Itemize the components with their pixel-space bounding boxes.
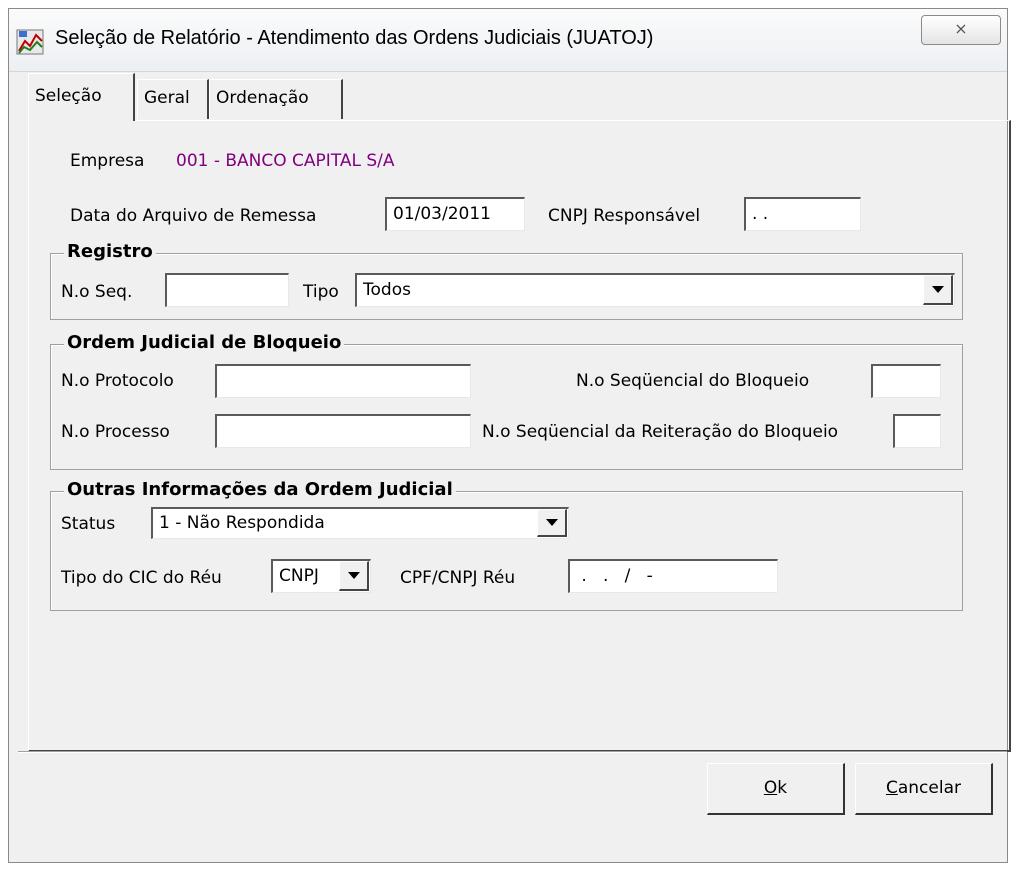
title-bar[interactable]: Seleção de Relatório - Atendimento das O…: [9, 9, 1007, 72]
nseq-label: N.o Seq.: [61, 282, 133, 302]
data-arquivo-input[interactable]: 01/03/2011: [385, 197, 525, 231]
tab-label: Geral: [144, 88, 190, 108]
window-title: Seleção de Relatório - Atendimento das O…: [55, 27, 654, 49]
registro-title: Registro: [64, 241, 156, 262]
outras-title: Outras Informações da Ordem Judicial: [64, 479, 456, 500]
nseq-input[interactable]: [165, 273, 289, 307]
tipo-cic-value: CNPJ: [279, 566, 319, 586]
cancel-mnemonic: C: [885, 778, 898, 798]
cancel-button[interactable]: Cancelar: [855, 763, 993, 815]
processo-label: N.o Processo: [61, 422, 170, 442]
chevron-down-icon: [545, 519, 558, 526]
ok-button[interactable]: Ok: [707, 763, 845, 815]
dialog-window: Seleção de Relatório - Atendimento das O…: [8, 8, 1011, 863]
seq-bloqueio-input[interactable]: [871, 364, 941, 398]
processo-input[interactable]: [215, 414, 471, 448]
tipo-cic-dropdown-button[interactable]: [339, 561, 369, 591]
status-select[interactable]: 1 - Não Respondida: [151, 507, 569, 539]
chevron-down-icon: [931, 286, 944, 293]
close-icon: ⨯: [954, 19, 968, 38]
status-value: 1 - Não Respondida: [159, 513, 325, 533]
seq-bloqueio-label: N.o Seqüencial do Bloqueio: [576, 371, 810, 391]
cpf-cnpj-input[interactable]: . . / -: [568, 559, 778, 593]
tab-selecao[interactable]: Seleção: [28, 73, 135, 121]
app-icon: [16, 29, 44, 55]
ordem-title: Ordem Judicial de Bloqueio: [64, 332, 345, 353]
tipo-label: Tipo: [303, 282, 339, 302]
close-button[interactable]: ⨯: [921, 15, 1001, 45]
protocolo-label: N.o Protocolo: [61, 371, 174, 391]
cpf-cnpj-label: CPF/CNPJ Réu: [400, 568, 516, 588]
tab-ordenacao[interactable]: Ordenação: [209, 79, 343, 119]
tab-panel: Empresa 001 - BANCO CAPITAL S/A Data do …: [28, 120, 1011, 752]
protocolo-input[interactable]: [215, 364, 471, 398]
tipo-select[interactable]: Todos: [355, 273, 955, 307]
tipo-value: Todos: [363, 280, 411, 300]
tab-geral[interactable]: Geral: [137, 79, 209, 119]
chevron-down-icon: [347, 572, 360, 579]
status-label: Status: [61, 514, 116, 534]
data-arquivo-label: Data do Arquivo de Remessa: [70, 206, 317, 226]
tipo-cic-label: Tipo do CIC do Réu: [61, 568, 222, 588]
ok-label-rest: k: [777, 778, 788, 798]
seq-reiteracao-input[interactable]: [893, 414, 941, 448]
empresa-label: Empresa: [70, 151, 145, 171]
tab-label: Ordenação: [216, 88, 309, 108]
cnpj-responsavel-label: CNPJ Responsável: [548, 206, 701, 226]
tab-label: Seleção: [35, 86, 102, 106]
empresa-value: 001 - BANCO CAPITAL S/A: [176, 151, 395, 171]
status-dropdown-button[interactable]: [537, 509, 567, 537]
divider: [18, 751, 1007, 753]
seq-reiteracao-label: N.o Seqüencial da Reiteração do Bloqueio: [482, 422, 839, 442]
ordem-group: [50, 344, 963, 470]
ok-mnemonic: O: [763, 778, 778, 798]
cnpj-responsavel-input[interactable]: . .: [744, 197, 861, 231]
cancel-label-rest: ancelar: [897, 778, 961, 798]
tipo-dropdown-button[interactable]: [923, 275, 953, 305]
